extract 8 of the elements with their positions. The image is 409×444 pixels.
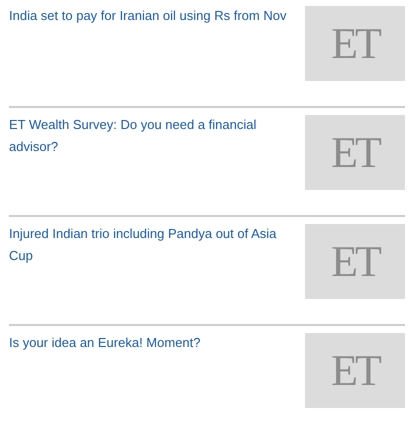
logo-text: ET xyxy=(331,236,379,287)
logo-text: ET xyxy=(331,345,379,396)
logo-text: ET xyxy=(331,127,379,178)
article-link[interactable]: Injured Indian trio including Pandya out of Asia Cup xyxy=(9,223,294,267)
article-link[interactable]: India set to pay for Iranian oil using Rs from Nov xyxy=(9,5,294,27)
article-link[interactable]: ET Wealth Survey: Do you need a financial advisor? xyxy=(9,114,294,158)
article-link[interactable]: Is your idea an Eureka! Moment? xyxy=(9,332,294,354)
logo-text: ET xyxy=(331,18,379,69)
